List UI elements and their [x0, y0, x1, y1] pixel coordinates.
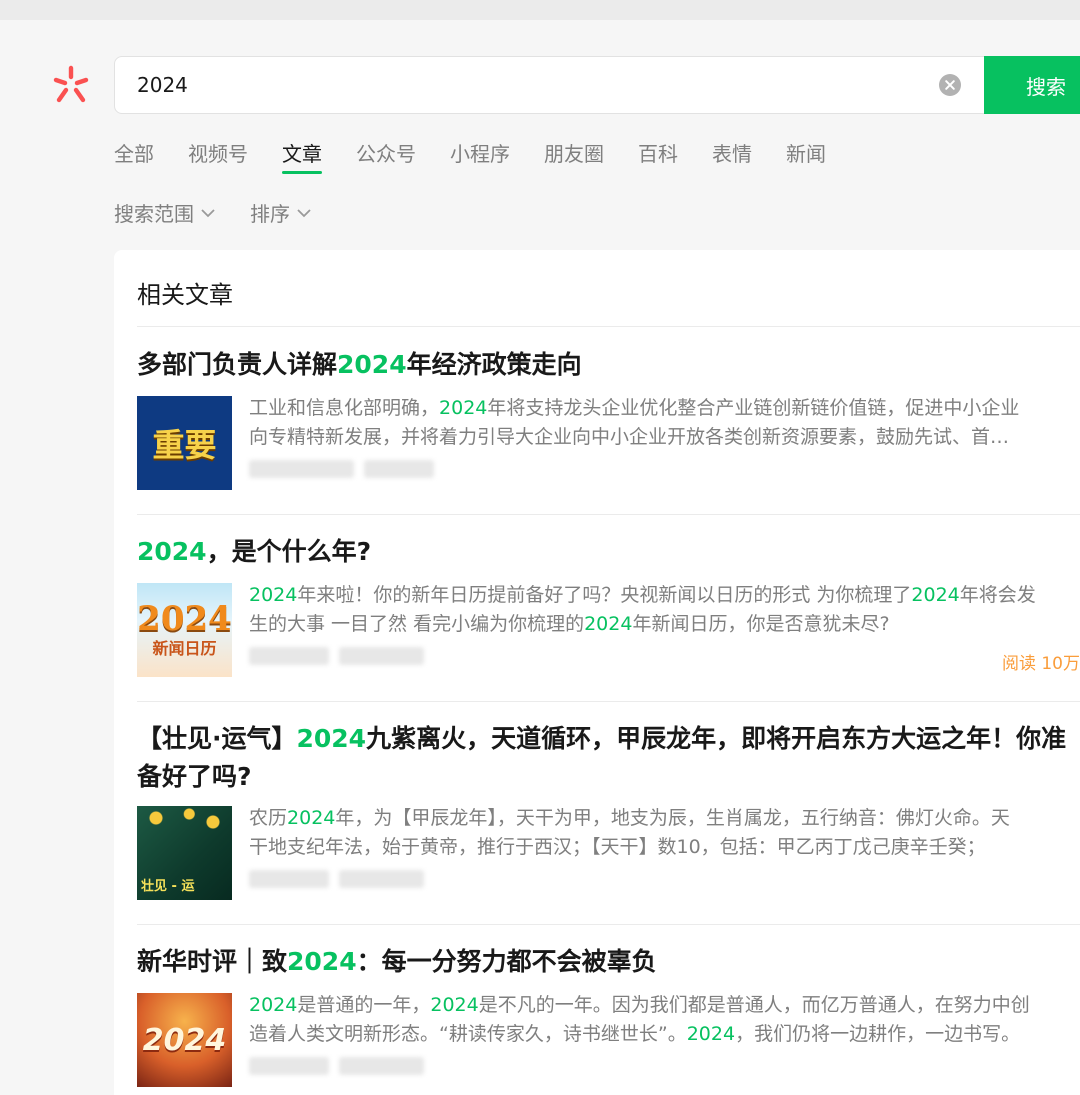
article-item[interactable]: 【壮见·运气】2024九紫离火，天道循环，甲辰龙年，即将开启东方大运之年！你准备…	[137, 720, 1080, 900]
article-thumbnail: 壮见 - 运	[137, 806, 232, 900]
article-meta-blurred	[249, 456, 444, 482]
filter-label: 排序	[250, 202, 290, 226]
chevron-down-icon	[297, 208, 311, 217]
article-thumbnail: 2024	[137, 993, 232, 1087]
article-item[interactable]: 多部门负责人详解2024年经济政策走向 重要 工业和信息化部明确，2024年将支…	[137, 346, 1080, 490]
filter-label: 搜索范围	[114, 202, 194, 226]
divider	[137, 326, 1080, 327]
article-title[interactable]: 【壮见·运气】2024九紫离火，天道循环，甲辰龙年，即将开启东方大运之年！你准备…	[137, 720, 1080, 796]
tab-channels[interactable]: 视频号	[188, 138, 248, 176]
article-meta-blurred	[249, 1053, 434, 1079]
search-scope-filter[interactable]: 搜索范围	[114, 198, 216, 227]
results-card: 相关文章 多部门负责人详解2024年经济政策走向 重要 工业和信息化部明确，20…	[114, 250, 1080, 1095]
search-logo-icon	[53, 65, 89, 103]
article-title[interactable]: 2024，是个什么年?	[137, 533, 1080, 571]
category-tabs: 全部 视频号 文章 公众号 小程序 朋友圈 百科 表情 新闻	[114, 138, 860, 178]
article-summary: 2024年来啦！你的新年日历提前备好了吗？央视新闻以日历的形式 为你梳理了202…	[249, 584, 1036, 635]
article-meta-blurred	[249, 643, 434, 669]
article-thumbnail: 2024 新闻日历	[137, 583, 232, 677]
read-count: 阅读 10万	[1001, 654, 1080, 674]
tab-all[interactable]: 全部	[114, 138, 154, 176]
section-title: 相关文章	[137, 281, 233, 309]
search-input[interactable]	[137, 57, 917, 113]
article-summary: 工业和信息化部明确，2024年将支持龙头企业优化整合产业链创新链价值链，促进中小…	[249, 397, 1020, 448]
tab-encyclopedia[interactable]: 百科	[638, 138, 678, 176]
divider	[137, 701, 1080, 702]
tab-news[interactable]: 新闻	[786, 138, 826, 176]
search-box	[114, 56, 1080, 114]
filter-bar: 搜索范围 排序	[114, 198, 346, 227]
article-summary: 农历2024年，为【甲辰龙年】，天干为甲，地支为辰，生肖属龙，五行纳音：佛灯火命…	[249, 807, 1010, 858]
tab-mini-programs[interactable]: 小程序	[450, 138, 510, 176]
sort-filter[interactable]: 排序	[250, 198, 312, 227]
divider	[137, 924, 1080, 925]
article-item[interactable]: 2024，是个什么年? 2024 新闻日历 2024年来啦！你的新年日历提前备好…	[137, 533, 1080, 677]
top-bar	[0, 0, 1080, 20]
article-summary: 2024是普通的一年，2024是不凡的一年。因为我们都是普通人，而亿万普通人，在…	[249, 994, 1030, 1045]
search-button[interactable]: 搜索	[984, 56, 1080, 114]
divider	[137, 514, 1080, 515]
article-title[interactable]: 新华时评｜致2024：每一分努力都不会被辜负	[137, 943, 1080, 981]
article-meta-blurred	[249, 866, 434, 892]
tab-stickers[interactable]: 表情	[712, 138, 752, 176]
article-item[interactable]: 新华时评｜致2024：每一分努力都不会被辜负 2024 2024是普通的一年，2…	[137, 943, 1080, 1087]
tab-moments[interactable]: 朋友圈	[544, 138, 604, 176]
tab-articles[interactable]: 文章	[282, 138, 322, 176]
chevron-down-icon	[201, 208, 215, 217]
article-thumbnail: 重要	[137, 396, 232, 490]
article-title[interactable]: 多部门负责人详解2024年经济政策走向	[137, 346, 1080, 384]
tab-official-accounts[interactable]: 公众号	[356, 138, 416, 176]
clear-icon[interactable]	[939, 74, 961, 96]
